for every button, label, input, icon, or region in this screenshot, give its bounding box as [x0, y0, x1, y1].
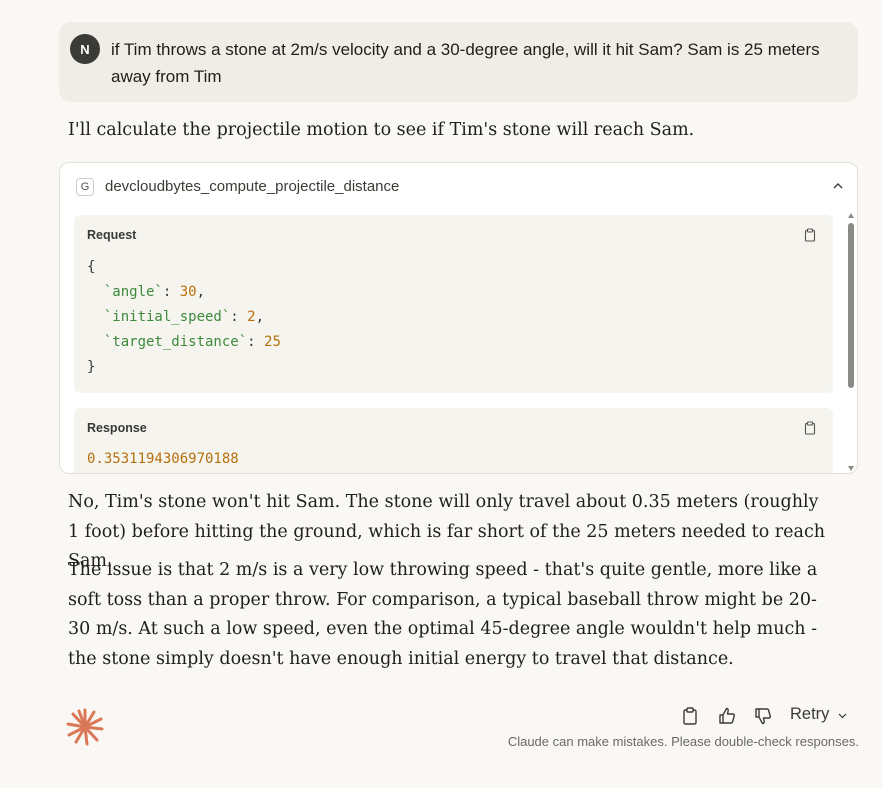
response-label: Response	[87, 421, 147, 435]
code-value-initial-speed: 2	[247, 309, 256, 325]
claude-logo-icon	[66, 708, 104, 746]
thumbs-up-icon[interactable]	[717, 706, 737, 726]
request-code: { `angle`: 30, `initial_speed`: 2, `targ…	[87, 259, 281, 375]
answer-paragraph-2: The issue is that 2 m/s is a very low th…	[68, 560, 818, 669]
code-brace-open: {	[87, 259, 96, 275]
tool-badge: G	[76, 178, 94, 196]
tool-scrollbar[interactable]	[847, 211, 855, 473]
request-panel: Request { `angle`: 30, `initial_speed`: …	[74, 215, 833, 393]
code-brace-close: }	[87, 359, 96, 375]
code-key-initial-speed: `initial_speed`	[103, 309, 231, 325]
code-key-angle: `angle`	[103, 284, 163, 300]
scrollbar-thumb[interactable]	[848, 223, 854, 388]
clipboard-icon[interactable]	[803, 228, 817, 242]
response-value: 0.3531194306970188	[87, 451, 239, 467]
clipboard-icon[interactable]	[803, 421, 817, 435]
tool-call-header[interactable]: G devcloudbytes_compute_projectile_dista…	[60, 163, 857, 209]
user-message: N if Tim throws a stone at 2m/s velocity…	[59, 22, 858, 102]
tool-call-card: G devcloudbytes_compute_projectile_dista…	[59, 162, 858, 474]
user-message-text: if Tim throws a stone at 2m/s velocity a…	[111, 40, 820, 86]
chevron-down-icon[interactable]	[838, 711, 847, 720]
code-value-target-distance: 25	[264, 334, 281, 350]
chevron-up-icon[interactable]	[831, 179, 845, 193]
request-label: Request	[87, 228, 137, 242]
disclaimer-text: Claude can make mistakes. Please double-…	[507, 734, 859, 749]
response-panel: Response 0.3531194306970188	[74, 408, 833, 473]
user-avatar: N	[70, 34, 100, 64]
copy-icon[interactable]	[680, 706, 700, 726]
scroll-up-arrow-icon[interactable]	[848, 213, 854, 218]
scroll-down-arrow-icon[interactable]	[848, 466, 854, 471]
retry-button[interactable]: Retry	[790, 705, 829, 724]
assistant-intro: I'll calculate the projectile motion to …	[68, 120, 695, 140]
tool-call-body: Request { `angle`: 30, `initial_speed`: …	[74, 215, 834, 473]
code-key-target-distance: `target_distance`	[103, 334, 248, 350]
code-value-angle: 30	[179, 284, 197, 300]
thumbs-down-icon[interactable]	[753, 706, 773, 726]
tool-name: devcloudbytes_compute_projectile_distanc…	[105, 178, 400, 195]
